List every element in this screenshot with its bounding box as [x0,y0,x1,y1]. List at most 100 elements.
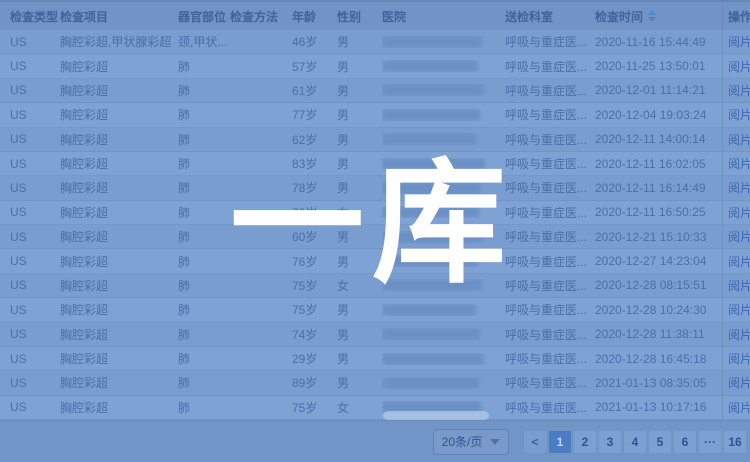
horizontal-scrollbar[interactable] [383,411,489,420]
column-header-label: 性别 [337,8,361,25]
cell-organ: 肺 [178,58,230,75]
cell-age: 60岁 [292,228,337,245]
read-film-link[interactable]: 阅片 [728,228,750,245]
cell-age: 46岁 [292,33,337,50]
cell-exam_time: 2021-01-13 08:35:05 [595,376,728,390]
read-film-link[interactable]: 阅片 [728,253,750,270]
cell-age: 75岁 [292,399,337,416]
cell-exam_item: 胸腔彩超 [60,131,178,148]
cell-age: 76岁 [292,204,337,221]
read-film-link[interactable]: 阅片 [728,399,750,416]
cell-hospital [382,133,505,145]
cell-gender: 男 [337,179,382,196]
cell-hospital [382,60,505,72]
read-film-link[interactable]: 阅片 [728,106,750,123]
cell-exam_type: US [10,352,60,366]
redacted-hospital-block [382,206,479,218]
table-row: US胸腔彩超肺75岁男呼吸与重症医...2020-12-28 10:24:30阅… [0,298,750,322]
page-button-3[interactable]: 3 [599,431,621,453]
prev-page-button[interactable]: < [524,431,546,453]
cell-exam_type: US [10,108,60,122]
cell-organ: 肺 [178,131,230,148]
page-size-select[interactable]: 20条/页 [433,429,509,455]
column-header-label: 检查时间 [595,8,643,25]
column-header-exam_type: 检查类型 [10,8,60,25]
table-row: US胸腔彩超肺62岁男呼吸与重症医...2020-12-11 14:00:14阅… [0,128,750,152]
page-button-1[interactable]: 1 [549,431,571,453]
cell-hospital [382,377,505,389]
cell-exam_time: 2020-12-11 16:50:25 [595,205,728,219]
cell-department: 呼吸与重症医... [505,326,595,343]
read-film-link[interactable]: 阅片 [728,58,750,75]
cell-organ: 肺 [178,155,230,172]
table-row: US胸腔彩超肺61岁男呼吸与重症医...2020-12-01 11:14:21阅… [0,79,750,103]
column-header-label: 医院 [382,8,406,25]
cell-age: 75岁 [292,277,337,294]
cell-hospital [382,231,505,243]
cell-exam_item: 胸腔彩超 [60,228,178,245]
read-film-link[interactable]: 阅片 [728,326,750,343]
sort-carets-icon [648,10,656,22]
cell-age: 83岁 [292,155,337,172]
page-button-2[interactable]: 2 [574,431,596,453]
read-film-link[interactable]: 阅片 [728,155,750,172]
column-header-action: 操作 [728,8,750,25]
cell-exam_type: US [10,59,60,73]
cell-department: 呼吸与重症医... [505,179,595,196]
cell-gender: 男 [337,301,382,318]
column-header-organ: 器官部位 [178,8,230,25]
table-row: US胸腔彩超肺76岁男呼吸与重症医...2020-12-27 14:23:04阅… [0,249,750,273]
read-film-link[interactable]: 阅片 [728,277,750,294]
read-film-link[interactable]: 阅片 [728,82,750,99]
read-film-link[interactable]: 阅片 [728,350,750,367]
cell-exam_type: US [10,278,60,292]
read-film-link[interactable]: 阅片 [728,33,750,50]
cell-organ: 肺 [178,179,230,196]
cell-exam_time: 2020-12-11 16:02:05 [595,157,728,171]
column-header-label: 检查类型 [10,8,58,25]
cell-gender: 男 [337,155,382,172]
cell-hospital [382,279,505,291]
cell-hospital [382,109,505,121]
read-film-link[interactable]: 阅片 [728,204,750,221]
cell-exam_type: US [10,181,60,195]
redacted-hospital-block [382,133,477,145]
cell-organ: 肺 [178,253,230,270]
table-row: US胸腔彩超肺57岁男呼吸与重症医...2020-11-25 13:50:01阅… [0,54,750,78]
redacted-hospital-block [382,255,478,267]
read-film-link[interactable]: 阅片 [728,301,750,318]
cell-gender: 男 [337,82,382,99]
cell-exam_type: US [10,376,60,390]
redacted-hospital-block [382,60,478,72]
page-button-6[interactable]: 6 [674,431,696,453]
page-size-label: 20条/页 [442,433,483,450]
read-film-link[interactable]: 阅片 [728,374,750,391]
read-film-link[interactable]: 阅片 [728,179,750,196]
cell-age: 76岁 [292,253,337,270]
page-button-4[interactable]: 4 [624,431,646,453]
cell-exam_time: 2020-12-21 15:10:33 [595,230,728,244]
table-row: US胸腔彩超肺74岁男呼吸与重症医...2020-12-28 11:38:11阅… [0,323,750,347]
column-header-hospital: 医院 [382,8,505,25]
table-row: US胸腔彩超肺76岁女呼吸与重症医...2020-12-11 16:50:25阅… [0,201,750,225]
column-header-method: 检查方法 [230,8,292,25]
page-button-16[interactable]: 16 [724,431,746,453]
cell-department: 呼吸与重症医... [505,155,595,172]
more-pages-button[interactable]: ··· [699,431,721,453]
cell-department: 呼吸与重症医... [505,374,595,391]
cell-age: 89岁 [292,374,337,391]
redacted-hospital-block [382,279,482,291]
exam-list-screen: 检查类型检查项目器官部位检查方法年龄性别医院送检科室检查时间操作 US胸腔彩超,… [0,0,750,462]
column-header-exam_time[interactable]: 检查时间 [595,8,728,25]
cell-hospital [382,255,505,267]
read-film-link[interactable]: 阅片 [728,131,750,148]
cell-organ: 肺 [178,326,230,343]
page-button-5[interactable]: 5 [649,431,671,453]
fixed-column-divider [722,0,723,420]
redacted-hospital-block [382,182,481,194]
cell-exam_item: 胸腔彩超 [60,106,178,123]
cell-hospital [382,84,505,96]
column-header-department: 送检科室 [505,8,595,25]
cell-organ: 肺 [178,82,230,99]
redacted-hospital-block [382,377,479,389]
